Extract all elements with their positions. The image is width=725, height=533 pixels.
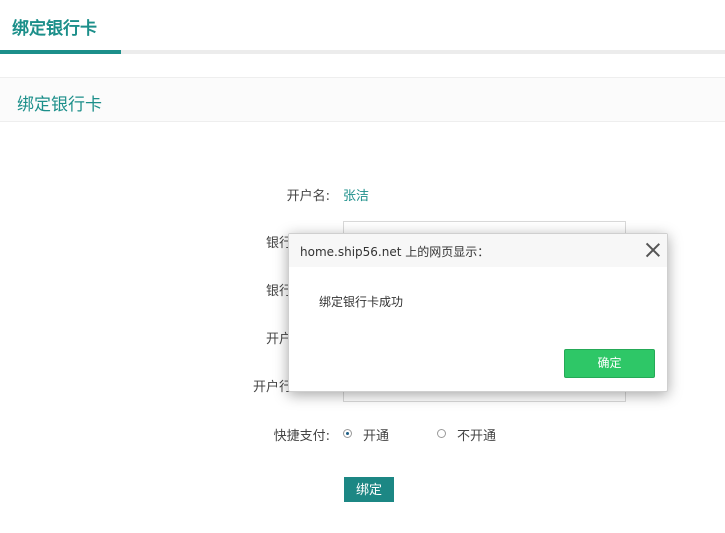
quick-pay-radio-disable[interactable]	[437, 429, 446, 438]
account-name-value: 张洁	[343, 189, 370, 204]
tab-active-underline	[0, 50, 121, 54]
account-name-label: 开户名:	[286, 189, 330, 204]
alert-dialog: home.ship56.net 上的网页显示： 绑定银行卡成功 确定	[288, 233, 668, 392]
dialog-message: 绑定银行卡成功	[319, 295, 404, 309]
bank-label: 银行	[265, 236, 292, 251]
dialog-title: home.ship56.net 上的网页显示：	[300, 245, 490, 259]
close-icon[interactable]	[645, 242, 661, 258]
quick-pay-label: 快捷支付:	[273, 429, 330, 444]
section-header: 绑定银行卡	[0, 77, 725, 122]
quick-pay-radio-enable[interactable]	[343, 429, 352, 438]
top-tabbar: 绑定银行卡	[0, 0, 725, 55]
open-account-label: 开户	[265, 332, 292, 347]
quick-pay-option-enable: 开通	[363, 429, 390, 444]
tabbar-divider	[121, 50, 725, 54]
open-account-bank-label: 开户行	[252, 380, 292, 395]
dialog-titlebar: home.ship56.net 上的网页显示：	[289, 234, 667, 267]
tab-bind-bank-card[interactable]: 绑定银行卡	[0, 0, 121, 55]
tab-label: 绑定银行卡	[12, 19, 97, 39]
bank-card-label: 银行	[265, 284, 292, 299]
quick-pay-option-disable: 不开通	[457, 429, 497, 444]
section-title: 绑定银行卡	[17, 95, 102, 115]
bind-button[interactable]: 绑定	[344, 477, 394, 502]
ok-button[interactable]: 确定	[564, 349, 655, 378]
